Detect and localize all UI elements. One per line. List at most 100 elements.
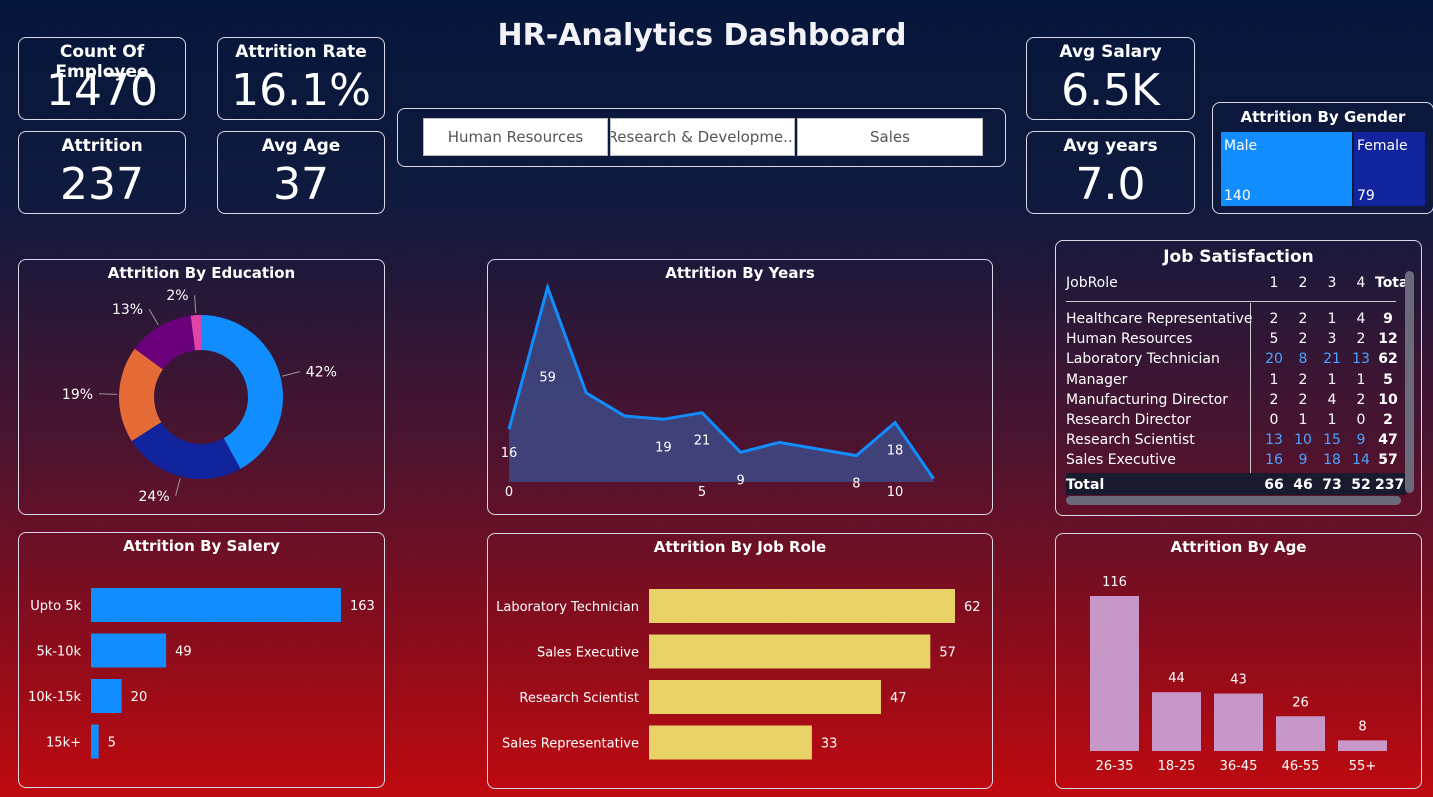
kpi-attrition-label: Attrition bbox=[61, 136, 143, 156]
matrix-cell: 15 bbox=[1323, 432, 1341, 449]
bar bbox=[649, 680, 881, 714]
gender-title: Attrition By Gender bbox=[1240, 108, 1406, 126]
bar-category-label: Laboratory Technician bbox=[496, 600, 639, 615]
matrix-row: Human Resources 5 2 3 2 12 bbox=[1066, 331, 1406, 351]
matrix-row-label: Manager bbox=[1066, 371, 1128, 388]
matrix-row-label: Research Scientist bbox=[1066, 432, 1195, 449]
age-value-label: 43 bbox=[1230, 673, 1247, 688]
matrix-cell: 2 bbox=[1298, 275, 1308, 291]
matrix-row-label: Laboratory Technician bbox=[1066, 351, 1220, 368]
bar-category-label: 10k-15k bbox=[28, 690, 81, 705]
salary-card: Attrition By Salery Upto 5k 163 5k-10k 49 10… bbox=[18, 532, 385, 788]
matrix-cell: 2 bbox=[1298, 311, 1308, 327]
years-data-label: 8 bbox=[852, 477, 860, 492]
matrix-cell: 0 bbox=[1269, 412, 1279, 428]
kpi-age-value: 37 bbox=[273, 159, 329, 210]
age-bar bbox=[1276, 716, 1325, 751]
gender-female-tile[interactable]: Female 79 bbox=[1354, 132, 1425, 206]
gender-female-label: Female bbox=[1357, 138, 1408, 154]
bar bbox=[91, 679, 122, 713]
matrix-cell: 16 bbox=[1265, 452, 1283, 469]
bar-value-label: 5 bbox=[108, 736, 116, 751]
age-category-label: 36-45 bbox=[1220, 759, 1258, 774]
matrix-row: Sales Executive 16 9 18 14 57 bbox=[1066, 452, 1406, 472]
gender-male-label: Male bbox=[1224, 138, 1258, 154]
matrix-cell: 2 bbox=[1383, 412, 1393, 428]
bar bbox=[91, 633, 167, 668]
gender-card: Attrition By Gender Male 140 Female 79 bbox=[1212, 102, 1433, 214]
slicer-item-research-development[interactable]: Research & Developme... bbox=[610, 118, 795, 156]
matrix-cell: 2 bbox=[1298, 331, 1308, 348]
matrix-cell: 12 bbox=[1378, 331, 1398, 348]
matrix-cell: 3 bbox=[1327, 275, 1337, 291]
matrix-cell: 2 bbox=[1356, 391, 1366, 408]
jobrole-bar-chart: Laboratory Technician 62 Sales Executive 57… bbox=[496, 589, 981, 760]
kpi-attrition-card: Attrition 237 bbox=[18, 131, 186, 214]
years-data-label: 59 bbox=[539, 370, 556, 385]
matrix-header-row: JobRole 1 2 3 4 Total bbox=[1066, 275, 1413, 295]
matrix-row: Laboratory Technician 20 8 21 13 62 bbox=[1066, 351, 1406, 371]
bar-category-label: Sales Executive bbox=[537, 646, 639, 661]
matrix-cell: 0 bbox=[1356, 412, 1366, 428]
matrix-cell: 5 bbox=[1269, 331, 1279, 348]
matrix-row: Research Director 0 1 1 0 2 bbox=[1066, 412, 1406, 432]
slicer-item-sales[interactable]: Sales bbox=[797, 118, 983, 156]
matrix-cell: 20 bbox=[1265, 351, 1283, 368]
age-bar bbox=[1152, 692, 1201, 751]
jobrole-card: Attrition By Job Role Laboratory Technic… bbox=[487, 533, 993, 789]
years-data-label: 21 bbox=[694, 434, 711, 449]
horizontal-scrollbar[interactable] bbox=[1066, 496, 1401, 505]
bar-category-label: 15k+ bbox=[46, 736, 81, 751]
matrix-cell: 4 bbox=[1356, 311, 1366, 327]
matrix-cell: 9 bbox=[1383, 311, 1393, 327]
slicer-item-human-resources[interactable]: Human Resources bbox=[423, 118, 608, 156]
matrix-cell: 2 bbox=[1269, 391, 1279, 408]
education-slice-label: 19% bbox=[62, 387, 93, 403]
age-value-label: 8 bbox=[1358, 719, 1366, 734]
education-slice-label: 13% bbox=[112, 302, 143, 318]
years-x-tick: 0 bbox=[505, 485, 513, 500]
job-satisfaction-title: Job Satisfaction bbox=[1163, 247, 1314, 267]
kpi-salary-card: Avg Salary 6.5K bbox=[1026, 37, 1195, 120]
bar-value-label: 49 bbox=[175, 645, 192, 660]
matrix-cell: 8 bbox=[1298, 351, 1308, 368]
age-value-label: 26 bbox=[1292, 695, 1309, 710]
matrix-cell: 1 bbox=[1356, 371, 1366, 388]
matrix-row-label: Research Director bbox=[1066, 412, 1191, 428]
matrix-row: Research Scientist 13 10 15 9 47 bbox=[1066, 432, 1406, 452]
department-slicer: Human Resources Research & Developme... … bbox=[397, 108, 1006, 167]
matrix-row-label: Healthcare Representative bbox=[1066, 311, 1253, 327]
age-bar bbox=[1090, 596, 1139, 751]
matrix-total-row: Total 66 46 73 52 237 bbox=[1066, 477, 1406, 497]
matrix-cell: 2 bbox=[1269, 311, 1279, 327]
matrix-cell: 66 bbox=[1264, 477, 1284, 493]
bar-value-label: 57 bbox=[939, 646, 956, 661]
matrix-cell: 46 bbox=[1293, 477, 1313, 493]
kpi-age-card: Avg Age 37 bbox=[217, 131, 385, 214]
bar-category-label: Upto 5k bbox=[30, 599, 81, 614]
matrix-cell: 5 bbox=[1383, 371, 1393, 388]
matrix-row: Healthcare Representative 2 2 1 4 9 bbox=[1066, 311, 1406, 331]
matrix-cell: 1 bbox=[1327, 371, 1337, 388]
matrix-cell: 1 bbox=[1269, 371, 1279, 388]
years-x-tick: 10 bbox=[887, 485, 904, 500]
bar bbox=[649, 634, 931, 669]
age-category-label: 18-25 bbox=[1158, 759, 1196, 774]
matrix-row-label: Sales Executive bbox=[1066, 452, 1176, 469]
bar-value-label: 20 bbox=[131, 690, 148, 705]
matrix-cell: 10 bbox=[1294, 432, 1312, 449]
years-data-label: 18 bbox=[887, 444, 904, 459]
page-title: HR-Analytics Dashboard bbox=[497, 18, 907, 53]
education-leader-line bbox=[282, 371, 300, 377]
years-data-label: 19 bbox=[655, 440, 672, 455]
kpi-rate-card: Attrition Rate 16.1% bbox=[217, 37, 385, 120]
education-leader-line bbox=[148, 308, 159, 325]
bar-category-label: Research Scientist bbox=[519, 691, 639, 706]
vertical-scrollbar[interactable] bbox=[1405, 271, 1414, 493]
education-card: Attrition By Education 42% 24% 19% 13% 2% bbox=[18, 259, 385, 515]
age-value-label: 44 bbox=[1168, 671, 1185, 686]
gender-male-tile[interactable]: Male 140 bbox=[1221, 132, 1352, 206]
matrix-cell: 10 bbox=[1378, 391, 1398, 408]
matrix-cell: 2 bbox=[1298, 391, 1308, 408]
age-category-label: 55+ bbox=[1349, 759, 1376, 774]
